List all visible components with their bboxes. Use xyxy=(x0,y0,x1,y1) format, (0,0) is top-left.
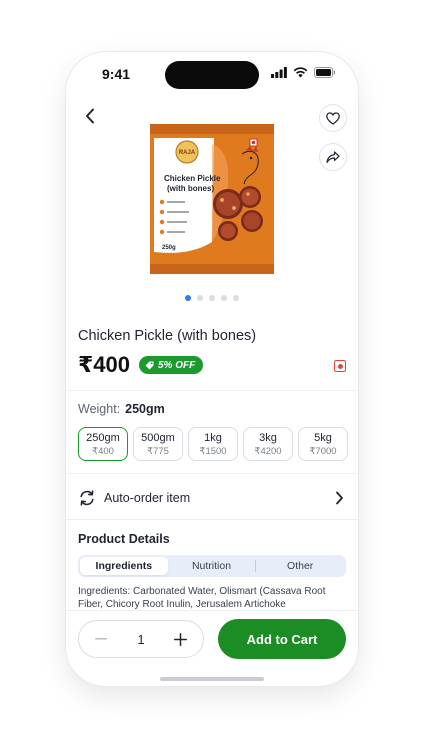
size-price: ₹7000 xyxy=(309,445,337,457)
auto-order-label: Auto-order item xyxy=(104,491,191,505)
tag-icon xyxy=(145,361,154,369)
package-brand: RAJA xyxy=(179,150,196,156)
wifi-icon xyxy=(293,67,308,78)
divider xyxy=(66,519,358,520)
size-weight: 250gm xyxy=(86,431,120,444)
pagination-dot[interactable] xyxy=(221,295,227,301)
back-button[interactable] xyxy=(80,104,100,128)
system-icons xyxy=(271,67,336,78)
tab-ingredients[interactable]: Ingredients xyxy=(80,557,168,575)
status-time: 9:41 xyxy=(102,66,131,82)
tab-other[interactable]: Other xyxy=(256,557,344,575)
size-option-1kg[interactable]: 1kg ₹1500 xyxy=(188,427,238,461)
ingredients-text: Ingredients: Carbonated Water, Olismart … xyxy=(78,586,326,610)
quantity-stepper: 1 xyxy=(78,620,204,658)
heart-icon xyxy=(326,111,340,125)
share-button[interactable] xyxy=(319,143,347,171)
auto-order-row[interactable]: Auto-order item xyxy=(66,480,358,518)
package-title-line1: Chicken Pickle xyxy=(164,174,221,183)
discount-badge: 5% OFF xyxy=(139,356,204,374)
quantity-value: 1 xyxy=(137,631,145,647)
size-price: ₹400 xyxy=(92,445,114,457)
size-price: ₹4200 xyxy=(254,445,282,457)
signal-icon xyxy=(271,67,287,78)
size-price: ₹775 xyxy=(147,445,169,457)
size-option-3kg[interactable]: 3kg ₹4200 xyxy=(243,427,293,461)
size-weight: 5kg xyxy=(314,431,332,444)
divider xyxy=(66,473,358,474)
weight-label: Weight: xyxy=(78,402,121,416)
image-pagination xyxy=(66,295,358,301)
minus-icon xyxy=(95,638,107,640)
increment-button[interactable] xyxy=(171,629,191,649)
dynamic-island xyxy=(165,61,259,89)
phone-frame: 9:41 RAJA Chicken Pickle (with bones) 25… xyxy=(66,52,358,686)
pagination-dot[interactable] xyxy=(185,295,191,301)
size-option-250gm[interactable]: 250gm ₹400 xyxy=(78,427,128,461)
weight-value: 250gm xyxy=(125,402,165,416)
product-details-title: Product Details xyxy=(78,532,170,546)
size-weight: 500gm xyxy=(141,431,175,444)
pagination-dot[interactable] xyxy=(197,295,203,301)
nonveg-indicator-icon xyxy=(334,360,346,372)
decrement-button[interactable] xyxy=(91,629,111,649)
wishlist-button[interactable] xyxy=(319,104,347,132)
status-bar: 9:41 xyxy=(66,52,358,96)
home-indicator xyxy=(160,677,264,681)
share-icon xyxy=(326,150,340,163)
divider xyxy=(66,390,358,391)
package-title-line2: (with bones) xyxy=(167,184,214,193)
chevron-left-icon xyxy=(86,108,94,124)
bottom-bar: 1 Add to Cart xyxy=(66,610,358,686)
package-weight: 250g xyxy=(162,245,176,251)
pagination-dot[interactable] xyxy=(209,295,215,301)
details-tabs: Ingredients Nutrition Other xyxy=(78,555,346,577)
size-weight: 1kg xyxy=(204,431,222,444)
size-price: ₹1500 xyxy=(199,445,227,457)
weight-row: Weight: 250gm xyxy=(78,402,165,416)
product-price: ₹400 xyxy=(78,352,131,377)
product-title: Chicken Pickle (with bones) xyxy=(78,328,257,344)
product-image[interactable]: RAJA Chicken Pickle (with bones) 250g xyxy=(150,124,274,274)
size-option-5kg[interactable]: 5kg ₹7000 xyxy=(298,427,348,461)
size-weight: 3kg xyxy=(259,431,277,444)
plus-icon xyxy=(174,632,188,646)
size-options: 250gm ₹400 500gm ₹775 1kg ₹1500 3kg ₹420… xyxy=(78,427,348,461)
add-to-cart-button[interactable]: Add to Cart xyxy=(218,619,346,659)
refresh-icon xyxy=(80,490,94,506)
battery-icon xyxy=(314,67,336,78)
pagination-dot[interactable] xyxy=(233,295,239,301)
size-option-500gm[interactable]: 500gm ₹775 xyxy=(133,427,183,461)
tab-nutrition[interactable]: Nutrition xyxy=(168,557,256,575)
discount-text: 5% OFF xyxy=(158,359,196,371)
chevron-right-icon xyxy=(336,491,343,505)
